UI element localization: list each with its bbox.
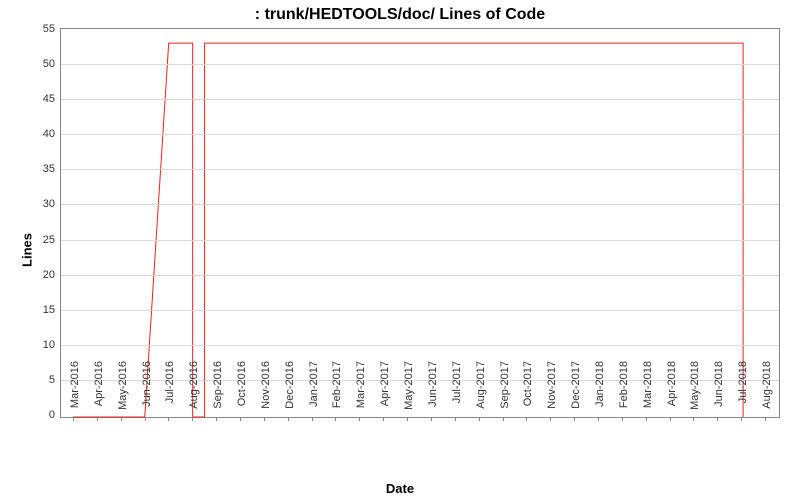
x-tick-label: May-2018	[689, 361, 701, 421]
y-gridline	[61, 204, 779, 205]
x-tick-label: Apr-2018	[666, 361, 678, 421]
y-gridline	[61, 64, 779, 65]
x-tick-label: Mar-2018	[642, 361, 654, 421]
x-tick-label: Aug-2018	[761, 361, 773, 421]
y-tick-label: 45	[43, 93, 61, 105]
x-tick-label: Apr-2017	[379, 361, 391, 421]
y-tick-label: 15	[43, 304, 61, 316]
y-gridline	[61, 275, 779, 276]
x-tick-label: Jun-2018	[713, 361, 725, 421]
x-tick-label: Sep-2016	[212, 361, 224, 421]
y-axis-label: Lines	[19, 233, 34, 267]
x-tick-label: Feb-2018	[618, 361, 630, 421]
x-tick-label: Apr-2016	[93, 361, 105, 421]
y-tick-label: 25	[43, 234, 61, 246]
x-tick-label: Jul-2016	[164, 361, 176, 421]
title-text: trunk/HEDTOOLS/doc/ Lines of Code	[265, 6, 546, 23]
y-gridline	[61, 99, 779, 100]
y-tick-label: 10	[43, 339, 61, 351]
loc-chart: : trunk/HEDTOOLS/doc/ Lines of Code Line…	[0, 0, 800, 500]
series-layer	[61, 29, 779, 417]
x-tick-label: Aug-2016	[188, 361, 200, 421]
x-tick-label: Mar-2017	[355, 361, 367, 421]
x-tick-label: Jul-2017	[451, 361, 463, 421]
y-gridline	[61, 240, 779, 241]
x-tick-label: Nov-2016	[260, 361, 272, 421]
y-tick-label: 20	[43, 269, 61, 281]
x-tick-label: Jan-2017	[308, 361, 320, 421]
y-gridline	[61, 134, 779, 135]
x-axis-label: Date	[0, 481, 800, 496]
x-tick-label: Jul-2018	[737, 361, 749, 421]
y-tick-label: 50	[43, 58, 61, 70]
y-tick-label: 30	[43, 198, 61, 210]
x-tick-label: Jun-2016	[141, 361, 153, 421]
y-gridline	[61, 310, 779, 311]
y-tick-label: 40	[43, 128, 61, 140]
y-tick-label: 0	[49, 409, 61, 421]
chart-title: : trunk/HEDTOOLS/doc/ Lines of Code	[0, 6, 800, 24]
y-gridline	[61, 169, 779, 170]
x-tick-label: Sep-2017	[499, 361, 511, 421]
x-tick-label: Mar-2016	[69, 361, 81, 421]
x-tick-label: Oct-2016	[236, 361, 248, 421]
plot-area: 0510152025303540455055Mar-2016Apr-2016Ma…	[60, 28, 780, 418]
x-tick-label: Dec-2017	[570, 361, 582, 421]
x-tick-label: Aug-2017	[475, 361, 487, 421]
x-tick-label: May-2016	[117, 361, 129, 421]
x-tick-label: May-2017	[403, 361, 415, 421]
x-tick-label: Feb-2017	[331, 361, 343, 421]
y-tick-label: 55	[43, 23, 61, 35]
x-tick-label: Nov-2017	[546, 361, 558, 421]
x-tick-label: Jun-2017	[427, 361, 439, 421]
y-tick-label: 5	[49, 374, 61, 386]
x-tick-label: Jan-2018	[594, 361, 606, 421]
y-tick-label: 35	[43, 163, 61, 175]
x-tick-label: Oct-2017	[522, 361, 534, 421]
y-gridline	[61, 345, 779, 346]
title-prefix: :	[255, 6, 265, 23]
x-tick-label: Dec-2016	[284, 361, 296, 421]
